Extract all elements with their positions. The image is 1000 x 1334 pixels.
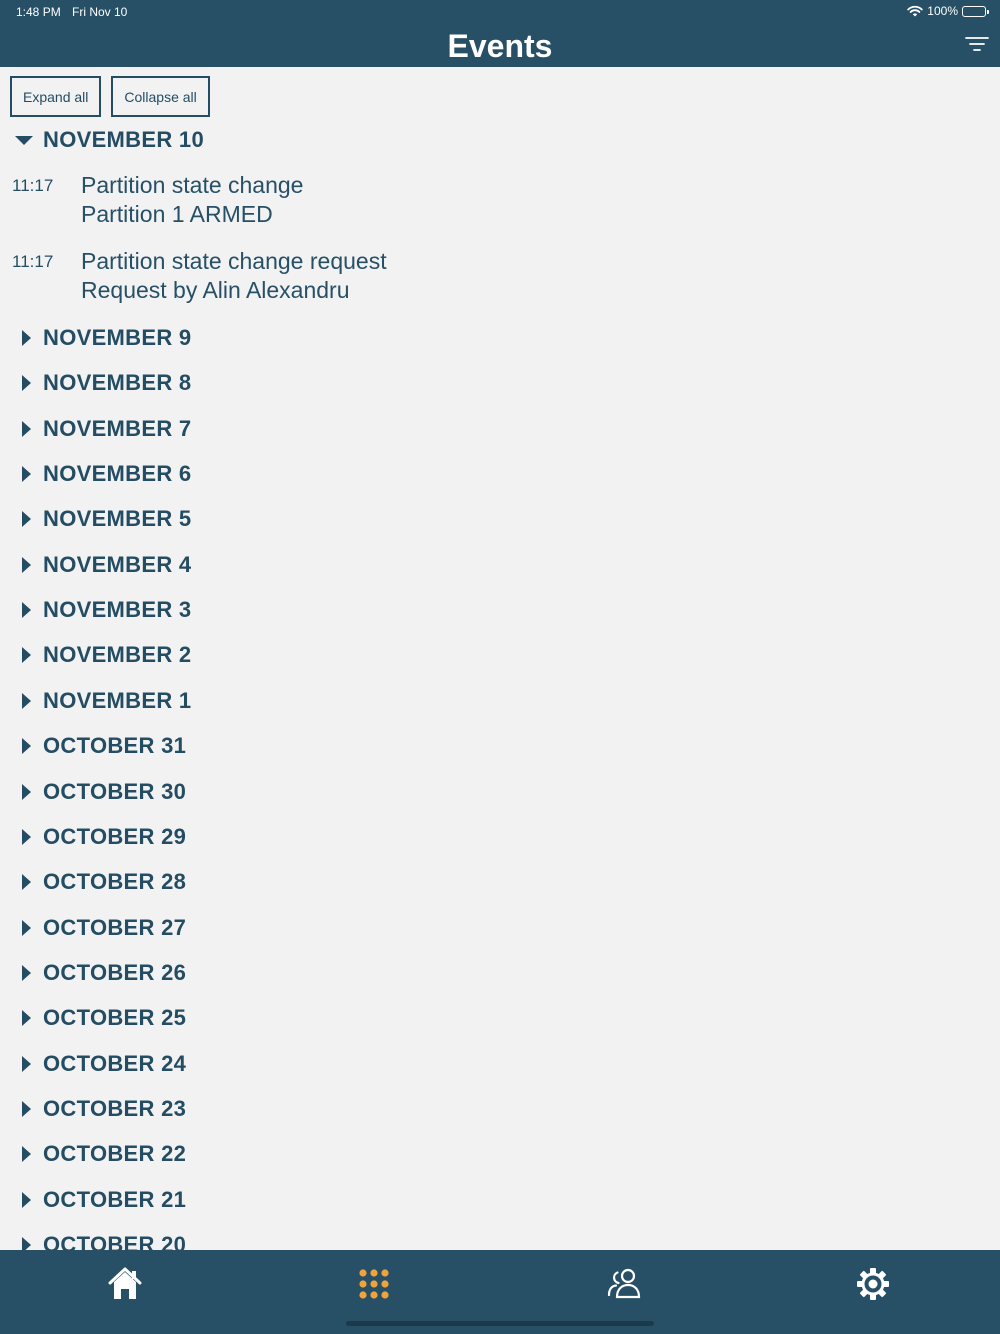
day-label: NOVEMBER 3 <box>43 597 192 622</box>
filter-lines-icon[interactable] <box>964 34 990 54</box>
caret-right-icon <box>22 1056 31 1072</box>
day-header[interactable]: NOVEMBER 9 <box>0 318 600 358</box>
day-label: OCTOBER 24 <box>43 1051 187 1076</box>
day-header[interactable]: OCTOBER 22 <box>0 1134 600 1174</box>
home-icon[interactable] <box>105 1264 145 1304</box>
day-label: NOVEMBER 6 <box>43 461 192 486</box>
day-header[interactable]: OCTOBER 24 <box>0 1044 600 1084</box>
day-header[interactable]: OCTOBER 23 <box>0 1089 600 1129</box>
caret-right-icon <box>22 1192 31 1208</box>
day-label: NOVEMBER 5 <box>43 506 192 531</box>
day-header[interactable]: NOVEMBER 3 <box>0 590 600 630</box>
battery-icon <box>962 5 989 17</box>
gear-icon[interactable] <box>853 1264 893 1304</box>
day-label: OCTOBER 30 <box>43 779 187 804</box>
status-indicators: 100% <box>907 4 989 18</box>
day-header[interactable]: OCTOBER 20 <box>0 1225 600 1250</box>
day-header[interactable]: NOVEMBER 2 <box>0 635 600 675</box>
event-item[interactable]: 11:17 Partition state change Partition 1… <box>0 168 700 238</box>
event-item[interactable]: 11:17 Partition state change request Req… <box>0 244 700 314</box>
event-detail: Partition 1 ARMED <box>81 201 273 227</box>
day-label: OCTOBER 31 <box>43 733 187 758</box>
battery-percent: 100% <box>927 4 958 18</box>
caret-right-icon <box>22 602 31 618</box>
caret-right-icon <box>22 1237 31 1250</box>
caret-right-icon <box>22 330 31 346</box>
day-header[interactable]: OCTOBER 29 <box>0 817 600 857</box>
day-header[interactable]: NOVEMBER 1 <box>0 681 600 721</box>
day-header[interactable]: NOVEMBER 4 <box>0 545 600 585</box>
day-header[interactable]: OCTOBER 31 <box>0 726 600 766</box>
day-header[interactable]: NOVEMBER 5 <box>0 499 600 539</box>
home-indicator <box>346 1321 654 1326</box>
day-label: OCTOBER 29 <box>43 824 187 849</box>
day-label: OCTOBER 27 <box>43 915 187 940</box>
caret-right-icon <box>22 1146 31 1162</box>
day-label: NOVEMBER 7 <box>43 416 192 441</box>
day-label: OCTOBER 21 <box>43 1187 187 1212</box>
day-label: NOVEMBER 1 <box>43 688 192 713</box>
event-time: 11:17 <box>12 252 54 271</box>
caret-down-icon <box>15 136 33 145</box>
caret-right-icon <box>22 1101 31 1117</box>
caret-right-icon <box>22 920 31 936</box>
caret-right-icon <box>22 421 31 437</box>
day-header[interactable]: NOVEMBER 7 <box>0 409 600 449</box>
day-header[interactable]: OCTOBER 28 <box>0 862 600 902</box>
day-label: NOVEMBER 2 <box>43 642 192 667</box>
day-label: NOVEMBER 8 <box>43 370 192 395</box>
day-label: NOVEMBER 4 <box>43 552 192 577</box>
events-list[interactable]: NOVEMBER 10 11:17 Partition state change… <box>0 118 1000 1250</box>
day-header[interactable]: OCTOBER 26 <box>0 953 600 993</box>
day-label: OCTOBER 20 <box>43 1232 187 1250</box>
users-icon[interactable] <box>604 1264 644 1304</box>
caret-right-icon <box>22 965 31 981</box>
day-label: NOVEMBER 10 <box>43 127 205 152</box>
caret-right-icon <box>22 829 31 845</box>
event-title: Partition state change <box>81 172 304 198</box>
expand-all-button[interactable]: Expand all <box>10 76 102 117</box>
status-date: Fri Nov 10 <box>72 5 128 19</box>
event-title: Partition state change request <box>81 248 387 274</box>
day-header[interactable]: OCTOBER 27 <box>0 908 600 948</box>
caret-right-icon <box>22 874 31 890</box>
event-detail: Request by Alin Alexandru <box>81 277 350 303</box>
day-header[interactable]: OCTOBER 21 <box>0 1180 600 1220</box>
caret-right-icon <box>22 784 31 800</box>
day-header[interactable]: NOVEMBER 8 <box>0 363 600 403</box>
caret-right-icon <box>22 647 31 663</box>
status-bar: 1:48 PM Fri Nov 10 100% <box>0 0 1000 24</box>
day-label: OCTOBER 28 <box>43 869 187 894</box>
collapse-all-button[interactable]: Collapse all <box>111 76 210 117</box>
day-header[interactable]: OCTOBER 25 <box>0 998 600 1038</box>
caret-right-icon <box>22 466 31 482</box>
event-time: 11:17 <box>12 176 54 195</box>
day-label: OCTOBER 26 <box>43 960 187 985</box>
day-header[interactable]: NOVEMBER 6 <box>0 454 600 494</box>
page-title: Events <box>447 28 553 64</box>
day-label: OCTOBER 22 <box>43 1141 187 1166</box>
caret-right-icon <box>22 693 31 709</box>
day-label: OCTOBER 23 <box>43 1096 187 1121</box>
caret-right-icon <box>22 557 31 573</box>
caret-right-icon <box>22 738 31 754</box>
day-header-expanded[interactable]: NOVEMBER 10 <box>0 120 600 160</box>
day-label: OCTOBER 25 <box>43 1005 187 1030</box>
wifi-icon <box>907 5 923 17</box>
status-time: 1:48 PM <box>16 5 61 19</box>
caret-right-icon <box>22 375 31 391</box>
keypad-icon[interactable] <box>354 1264 394 1304</box>
caret-right-icon <box>22 1010 31 1026</box>
day-label: NOVEMBER 9 <box>43 325 192 350</box>
caret-right-icon <box>22 511 31 527</box>
toolbar: Expand all Collapse all <box>10 76 210 117</box>
app-header: 1:48 PM Fri Nov 10 100% Events <box>0 0 1000 67</box>
day-header[interactable]: OCTOBER 30 <box>0 772 600 812</box>
